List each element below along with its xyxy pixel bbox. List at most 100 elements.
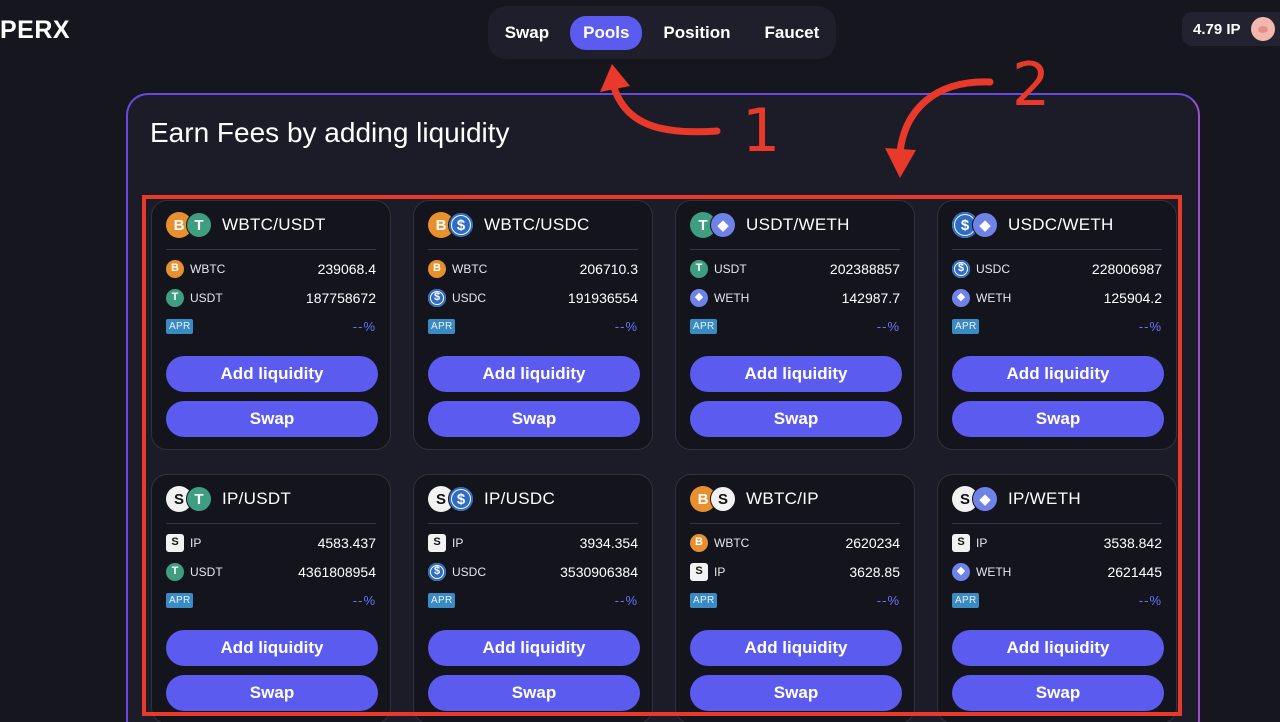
pool-pair-name: WBTC/USDT — [222, 215, 326, 234]
token-symbol: IP — [976, 535, 988, 550]
apr-row: APR --% — [952, 312, 1162, 341]
add-liquidity-button[interactable]: Add liquidity — [952, 356, 1164, 392]
tab-position[interactable]: Position — [650, 16, 743, 50]
token-amount: 2620234 — [845, 534, 900, 551]
token-row: $ USDC 228006987 — [952, 254, 1162, 283]
apr-badge: APR — [166, 319, 194, 334]
usdt-icon: T — [186, 212, 212, 238]
token-row: B WBTC 2620234 — [690, 528, 900, 557]
pool-card-grid: B T WBTC/USDT B WBTC 239068.4 T USDT 18775… — [151, 200, 1177, 722]
token-row: $ USDC 191936554 — [428, 283, 638, 312]
weth-icon: ◆ — [952, 288, 970, 307]
token-amount: 228006987 — [1091, 260, 1162, 277]
swap-button[interactable]: Swap — [690, 675, 902, 711]
token-amount: 142987.7 — [841, 289, 900, 306]
wbtc-icon: B — [428, 259, 446, 278]
apr-badge: APR — [428, 319, 456, 334]
add-liquidity-button[interactable]: Add liquidity — [952, 630, 1164, 666]
usdc-icon: $ — [428, 288, 446, 307]
swap-button[interactable]: Swap — [952, 401, 1164, 437]
usdc-icon: $ — [448, 212, 474, 238]
token-symbol: IP — [452, 535, 464, 550]
swap-button[interactable]: Swap — [690, 401, 902, 437]
add-liquidity-button[interactable]: Add liquidity — [166, 630, 378, 666]
weth-icon: ◆ — [972, 212, 998, 238]
pool-pair-name: IP/USDT — [222, 489, 292, 508]
weth-icon: ◆ — [710, 212, 736, 238]
pool-card-header: S T IP/USDT — [166, 475, 376, 524]
token-row: ◆ WETH 142987.7 — [690, 283, 900, 312]
apr-badge: APR — [166, 593, 194, 608]
token-row: ◆ WETH 125904.2 — [952, 283, 1162, 312]
tab-swap[interactable]: Swap — [492, 16, 562, 50]
pair-icons: T ◆ — [690, 212, 738, 238]
weth-icon: ◆ — [690, 288, 708, 307]
tab-faucet[interactable]: Faucet — [751, 16, 832, 50]
swap-button[interactable]: Swap — [952, 675, 1164, 711]
pool-pair-name: USDC/WETH — [1008, 215, 1114, 234]
apr-value: --% — [876, 593, 900, 608]
token-symbol: WBTC — [190, 261, 226, 276]
token-symbol: USDT — [714, 261, 747, 276]
pool-card: S T IP/USDT S IP 4583.437 T USDT 436180895… — [151, 474, 391, 722]
pair-icons: $ ◆ — [952, 212, 1000, 238]
apr-value: --% — [1138, 593, 1162, 608]
usdc-icon: $ — [952, 259, 970, 278]
apr-row: APR --% — [690, 312, 900, 341]
pool-pair-name: IP/WETH — [1008, 489, 1081, 508]
pair-icons: B $ — [428, 212, 476, 238]
token-symbol: USDT — [190, 290, 223, 305]
apr-badge: APR — [690, 319, 718, 334]
token-amount: 3530906384 — [560, 563, 638, 580]
token-amount: 3934.354 — [579, 534, 638, 551]
apr-value: --% — [352, 593, 376, 608]
token-symbol: WETH — [976, 564, 1012, 579]
swap-button[interactable]: Swap — [166, 401, 378, 437]
token-amount: 4361808954 — [298, 563, 376, 580]
pool-card: B S WBTC/IP B WBTC 2620234 S IP 3628.85 AP… — [675, 474, 915, 722]
usdt-icon: T — [690, 259, 708, 278]
token-row: T USDT 187758672 — [166, 283, 376, 312]
annotation-number-2: 2 — [1012, 50, 1051, 120]
token-row: S IP 4583.437 — [166, 528, 376, 557]
pair-icons: S ◆ — [952, 486, 1000, 512]
apr-badge: APR — [952, 593, 980, 608]
wallet-balance-button[interactable]: 4.79 IP — [1182, 12, 1280, 46]
ip-icon: S — [428, 533, 446, 552]
token-symbol: WETH — [976, 290, 1012, 305]
pool-card-header: S $ IP/USDC — [428, 475, 638, 524]
apr-value: --% — [352, 319, 376, 334]
add-liquidity-button[interactable]: Add liquidity — [428, 630, 640, 666]
token-symbol: USDT — [190, 564, 223, 579]
apr-badge: APR — [690, 593, 718, 608]
token-symbol: WETH — [714, 290, 750, 305]
usdt-icon: T — [166, 562, 184, 581]
swap-button[interactable]: Swap — [428, 675, 640, 711]
swap-button[interactable]: Swap — [428, 401, 640, 437]
swap-button[interactable]: Swap — [166, 675, 378, 711]
apr-value: --% — [614, 593, 638, 608]
add-liquidity-button[interactable]: Add liquidity — [166, 356, 378, 392]
pool-card-header: B S WBTC/IP — [690, 475, 900, 524]
usdc-icon: $ — [428, 562, 446, 581]
apr-badge: APR — [428, 593, 456, 608]
pair-icons: B S — [690, 486, 738, 512]
pool-card: B T WBTC/USDT B WBTC 239068.4 T USDT 18775… — [151, 200, 391, 450]
token-row: S IP 3538.842 — [952, 528, 1162, 557]
tab-pools[interactable]: Pools — [570, 15, 643, 50]
token-row: ◆ WETH 2621445 — [952, 557, 1162, 586]
pool-pair-name: IP/USDC — [484, 489, 556, 508]
avatar — [1250, 17, 1275, 41]
add-liquidity-button[interactable]: Add liquidity — [690, 356, 902, 392]
add-liquidity-button[interactable]: Add liquidity — [690, 630, 902, 666]
token-row: S IP 3934.354 — [428, 528, 638, 557]
pool-card-header: T ◆ USDT/WETH — [690, 201, 900, 250]
add-liquidity-button[interactable]: Add liquidity — [428, 356, 640, 392]
apr-row: APR --% — [166, 586, 376, 615]
token-amount: 3628.85 — [849, 563, 900, 580]
apr-row: APR --% — [690, 586, 900, 615]
balance-text: 4.79 IP — [1193, 20, 1241, 38]
annotation-number-1: 1 — [742, 96, 781, 166]
token-row: B WBTC 206710.3 — [428, 254, 638, 283]
token-amount: 125904.2 — [1103, 289, 1162, 306]
